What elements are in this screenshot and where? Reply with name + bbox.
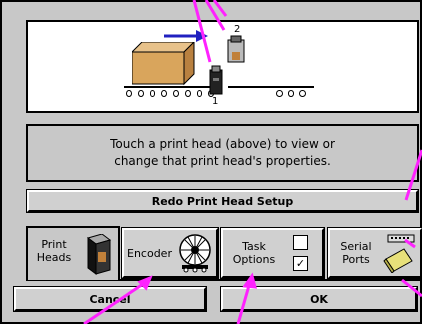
- ok-button[interactable]: OK: [220, 286, 418, 312]
- instruction-line-1: Touch a print head (above) to view or: [110, 137, 335, 151]
- product-box-icon: [132, 42, 195, 86]
- conveyor-belt-right: [228, 86, 314, 88]
- tab-serial-ports[interactable]: Serial Ports: [327, 227, 422, 279]
- redo-print-head-setup-button[interactable]: Redo Print Head Setup: [26, 189, 419, 213]
- tab-encoder[interactable]: Encoder: [121, 227, 219, 279]
- task-checkbox-checked[interactable]: ✓: [293, 256, 308, 271]
- direction-arrow-icon: [164, 30, 208, 42]
- tab-print-heads[interactable]: Print Heads: [26, 226, 120, 280]
- print-head-1-icon[interactable]: [206, 64, 226, 100]
- conveyor-rollers-right: [276, 90, 307, 97]
- cancel-button[interactable]: Cancel: [13, 286, 207, 312]
- print-head-2-label: 2: [234, 24, 241, 35]
- print-head-1-label: 1: [212, 96, 219, 107]
- instruction-panel: Touch a print head (above) to view or ch…: [26, 124, 419, 182]
- print-head-icon: [86, 234, 112, 275]
- tab-task-options[interactable]: Task Options ✓: [220, 227, 325, 279]
- tab-print-heads-label: Print Heads: [36, 238, 72, 264]
- tab-encoder-label: Encoder: [127, 246, 172, 260]
- conveyor-belt-left: [124, 86, 216, 88]
- print-head-diagram: 1 2: [26, 20, 419, 113]
- serial-port-icon: [383, 234, 415, 273]
- tab-serial-ports-label: Serial Ports: [340, 240, 372, 266]
- print-head-2-icon[interactable]: [224, 34, 248, 68]
- task-checkbox-unchecked[interactable]: [293, 235, 308, 250]
- conveyor-rollers-left: [126, 90, 214, 97]
- instruction-line-2: change that print head's properties.: [114, 154, 331, 168]
- tab-task-options-label: Task Options: [232, 240, 276, 266]
- encoder-wheel-icon: [179, 234, 211, 273]
